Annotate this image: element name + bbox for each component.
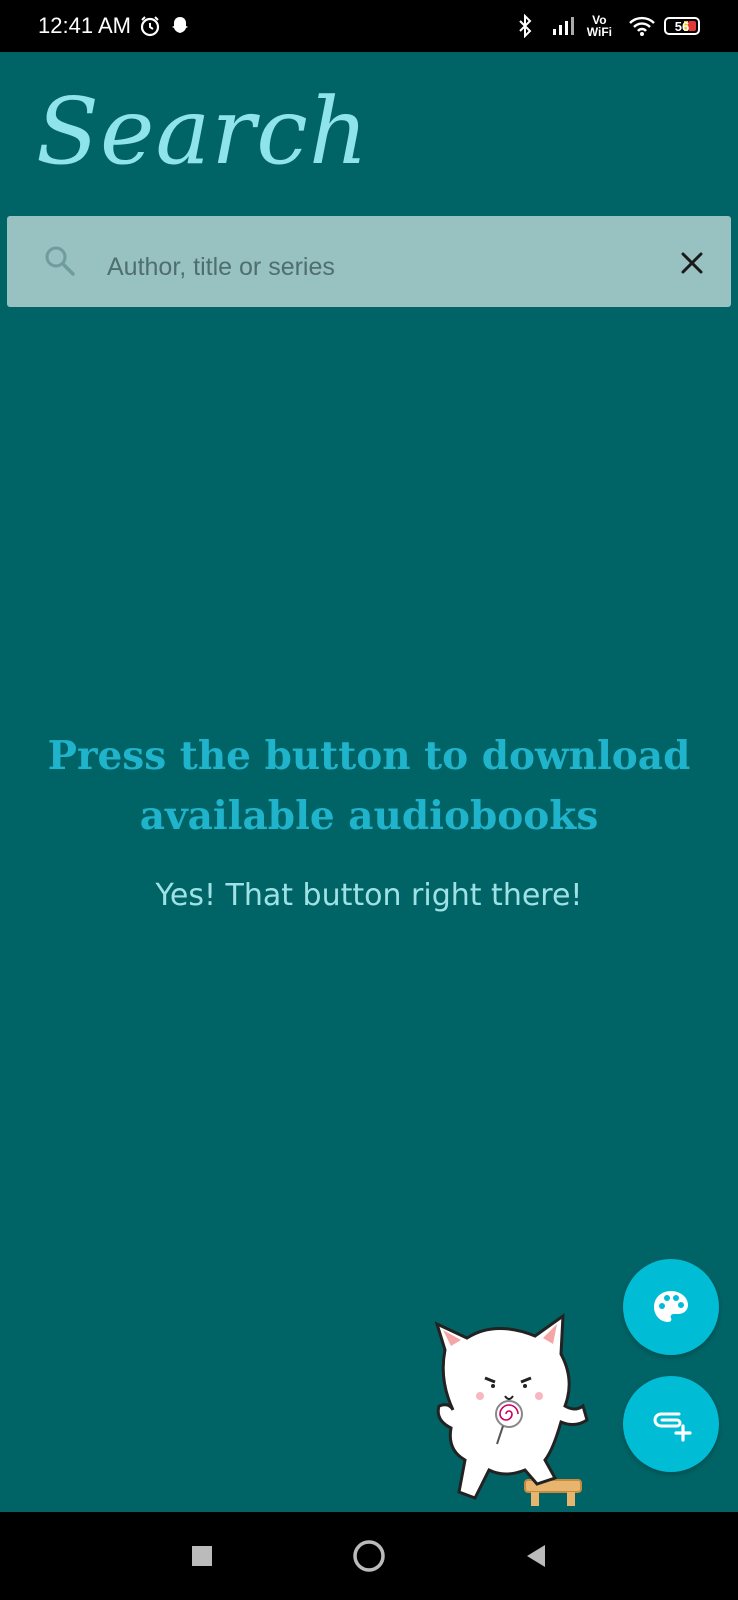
cat-mascot-image	[425, 1310, 605, 1510]
search-icon	[43, 244, 77, 283]
empty-state-heading: Press the button to download available a…	[47, 733, 691, 839]
back-button[interactable]	[514, 1534, 558, 1578]
status-time: 12:41 AM	[38, 13, 131, 38]
empty-state-subtext: Yes! That button right there!	[155, 878, 583, 913]
search-input[interactable]	[105, 244, 649, 290]
square-icon	[192, 1546, 212, 1566]
battery-indicator: 56	[664, 17, 700, 35]
alarm-icon	[139, 15, 161, 37]
circle-icon	[353, 1540, 385, 1572]
close-icon	[681, 252, 703, 274]
back-triangle-icon	[527, 1545, 545, 1567]
signal-icon	[549, 15, 579, 37]
download-audiobooks-button[interactable]	[623, 1376, 719, 1472]
bluetooth-icon	[517, 14, 533, 38]
palette-icon	[654, 1291, 688, 1322]
system-nav-bar	[0, 1512, 738, 1600]
home-button[interactable]	[347, 1534, 391, 1578]
wifi-icon	[628, 15, 656, 37]
vowifi-indicator: Vo WiFi	[586, 13, 612, 39]
theme-palette-button[interactable]	[623, 1259, 719, 1355]
clear-search-button[interactable]	[675, 246, 709, 280]
snapchat-icon	[169, 15, 191, 37]
page-title: Search	[36, 78, 370, 185]
add-library-icon	[653, 1412, 692, 1442]
recents-button[interactable]	[180, 1534, 224, 1578]
search-bar[interactable]	[7, 216, 731, 307]
status-bar: 12:41 AM Vo WiFi 56	[0, 0, 738, 52]
